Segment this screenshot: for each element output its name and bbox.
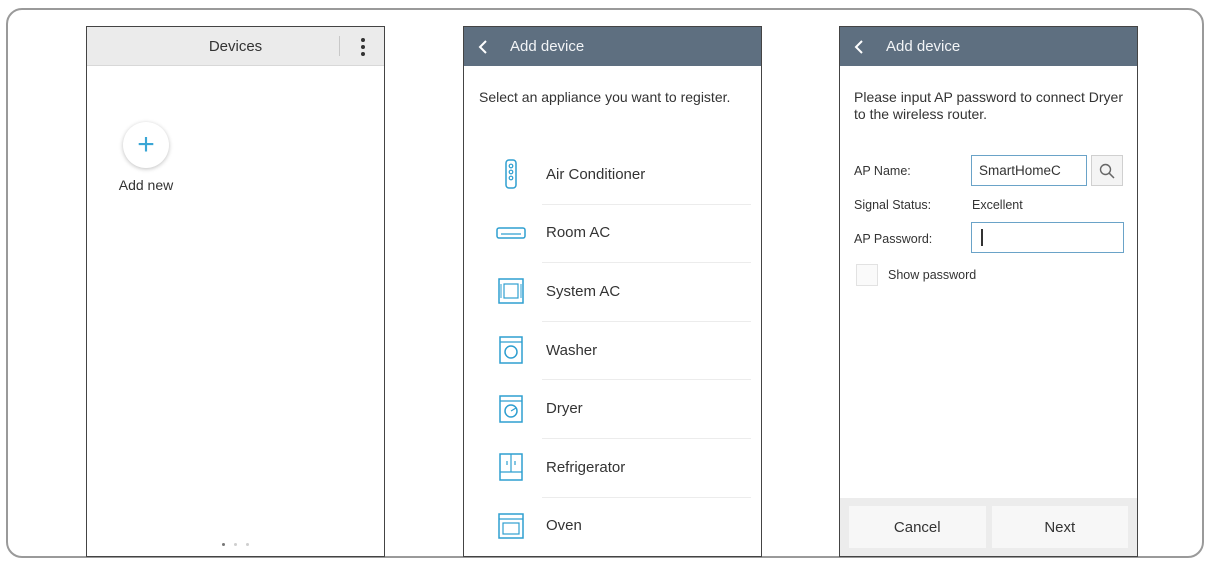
text-caret bbox=[981, 229, 983, 246]
appliance-label: Washer bbox=[546, 341, 598, 359]
page-dot bbox=[234, 543, 237, 546]
back-arrow-icon[interactable] bbox=[464, 27, 502, 66]
ap-password-label: AP Password: bbox=[854, 232, 933, 246]
appliance-oven[interactable]: Oven bbox=[464, 496, 761, 556]
header-divider bbox=[339, 36, 340, 56]
show-password-toggle[interactable]: Show password bbox=[856, 264, 976, 286]
appliance-label: Oven bbox=[546, 517, 582, 535]
signal-status-label: Signal Status: bbox=[854, 198, 932, 212]
devices-header: Devices bbox=[87, 27, 384, 66]
washer-icon bbox=[494, 335, 528, 365]
page-dot bbox=[246, 543, 249, 546]
add-new-label: Add new bbox=[118, 177, 174, 193]
page-title: Add device bbox=[886, 38, 961, 55]
appliance-label: Refrigerator bbox=[546, 458, 626, 476]
appliance-list: Air Conditioner Room AC System AC Washer… bbox=[464, 145, 761, 555]
appliance-label: Air Conditioner bbox=[546, 165, 646, 183]
appliance-label: Room AC bbox=[546, 224, 611, 242]
appliance-air-conditioner[interactable]: Air Conditioner bbox=[464, 145, 761, 204]
page-title: Add device bbox=[510, 38, 585, 55]
ap-password-input[interactable] bbox=[971, 222, 1124, 253]
system-ac-icon bbox=[494, 276, 528, 306]
appliance-label: Dryer bbox=[546, 400, 583, 418]
add-device-header: Add device bbox=[464, 27, 761, 66]
appliance-system-ac[interactable]: System AC bbox=[464, 262, 761, 321]
ap-intro-text: Please input AP password to connect Drye… bbox=[854, 89, 1124, 122]
add-device-header: Add device bbox=[840, 27, 1137, 66]
devices-screen: Devices + Add new bbox=[86, 26, 385, 557]
appliance-intro-text: Select an appliance you want to register… bbox=[479, 89, 731, 105]
appliance-refrigerator[interactable]: Refrigerator bbox=[464, 437, 761, 497]
dryer-icon bbox=[494, 394, 528, 424]
show-password-label: Show password bbox=[888, 268, 977, 282]
oven-icon bbox=[494, 511, 528, 541]
back-arrow-icon[interactable] bbox=[840, 27, 878, 66]
plus-icon: + bbox=[123, 122, 169, 168]
air-conditioner-icon bbox=[494, 159, 528, 190]
appliance-room-ac[interactable]: Room AC bbox=[464, 203, 761, 263]
next-button[interactable]: Next bbox=[991, 506, 1128, 548]
appliance-dryer[interactable]: Dryer bbox=[464, 379, 761, 438]
ap-password-screen: Add device Please input AP password to c… bbox=[839, 26, 1138, 557]
appliance-washer[interactable]: Washer bbox=[464, 320, 761, 380]
add-new-button[interactable]: + Add new bbox=[113, 122, 179, 193]
room-ac-icon bbox=[494, 218, 528, 248]
footer-actions: Cancel Next bbox=[840, 498, 1137, 556]
more-options-icon[interactable] bbox=[356, 36, 370, 58]
ap-name-input[interactable] bbox=[971, 155, 1087, 186]
page-dot-active bbox=[222, 543, 225, 546]
refrigerator-icon bbox=[494, 452, 528, 482]
cancel-button[interactable]: Cancel bbox=[849, 506, 986, 548]
page-title: Devices bbox=[208, 37, 263, 55]
show-password-checkbox[interactable] bbox=[856, 264, 878, 286]
search-icon[interactable] bbox=[1091, 155, 1123, 186]
page-indicator bbox=[87, 543, 384, 546]
add-device-screen: Add device Select an appliance you want … bbox=[463, 26, 762, 557]
appliance-label: System AC bbox=[546, 282, 621, 300]
signal-status-value: Excellent bbox=[972, 198, 1023, 212]
ap-name-label: AP Name: bbox=[854, 164, 911, 178]
